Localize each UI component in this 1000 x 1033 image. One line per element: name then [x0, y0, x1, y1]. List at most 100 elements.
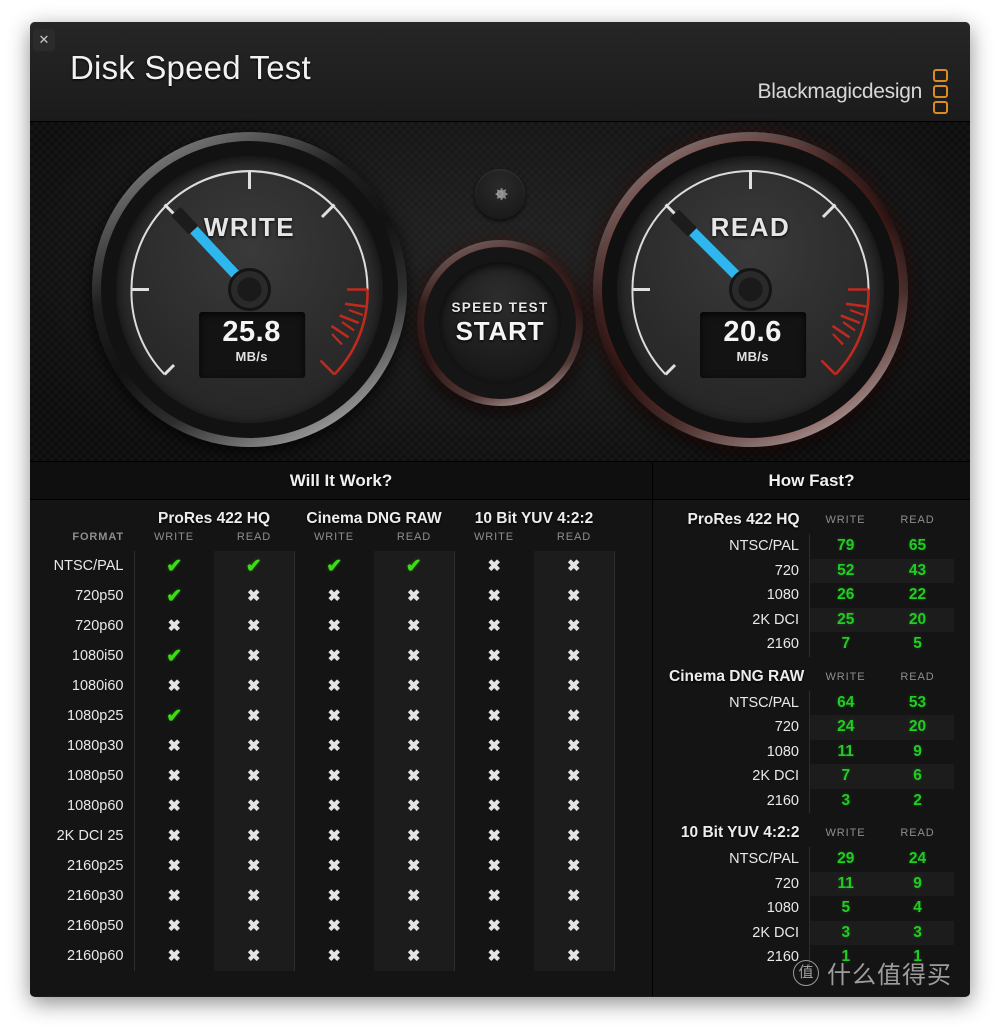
result-cell: ✖: [374, 611, 455, 641]
table-row: 1080i60 ✖ ✖ ✖ ✖ ✖ ✖: [30, 671, 652, 701]
table-row: 1080p25 ✔ ✖ ✖ ✖ ✖ ✖: [30, 701, 652, 731]
result-cell: ✖: [534, 731, 615, 761]
result-cell: ✖: [214, 821, 295, 851]
result-cell: ✖: [454, 701, 534, 731]
cross-icon: ✖: [327, 888, 341, 905]
result-cell: ✖: [374, 851, 455, 881]
result-cell: ✖: [454, 671, 534, 701]
cross-icon: ✖: [247, 858, 261, 875]
read-fps-value: 9: [913, 742, 922, 760]
table-row: 2160p30 ✖ ✖ ✖ ✖ ✖ ✖: [30, 881, 652, 911]
result-cell: ✖: [294, 611, 374, 641]
group-header-row: ProRes 422 HQ Cinema DNG RAW 10 Bit YUV …: [30, 500, 652, 529]
result-cell: ✖: [374, 761, 455, 791]
cross-icon: ✖: [247, 588, 261, 605]
close-icon[interactable]: ✕: [33, 29, 55, 51]
read-readout: 20.6 MB/s: [699, 312, 806, 378]
write-fps-value: 11: [837, 742, 854, 760]
resolution-label: NTSC/PAL: [669, 847, 810, 872]
cross-icon: ✖: [407, 918, 421, 935]
cross-icon: ✖: [327, 738, 341, 755]
read-fps-value: 22: [908, 586, 927, 604]
gauge-face: WRITE 25.8 MB/s: [116, 156, 383, 423]
cross-icon: ✖: [407, 708, 421, 725]
result-cell: ✖: [534, 881, 615, 911]
cross-icon: ✖: [247, 708, 261, 725]
result-cell: ✖: [214, 611, 295, 641]
how-fast-panel: How Fast? ProRes 422 HQ WRITE READ NTSC/PAL…: [652, 462, 970, 996]
write-fps-value: 52: [810, 559, 882, 584]
result-cell: ✖: [454, 611, 534, 641]
brand-name: Blackmagicdesign: [757, 79, 923, 103]
cross-icon: ✖: [407, 678, 421, 695]
result-cell: ✖: [294, 851, 374, 881]
format-label: 2160p60: [30, 941, 135, 971]
cross-icon: ✖: [327, 798, 341, 815]
result-cell: ✖: [294, 821, 374, 851]
cross-icon: ✖: [247, 678, 261, 695]
cross-icon: ✖: [167, 888, 181, 905]
result-cell: ✔: [134, 581, 214, 611]
result-cell: ✖: [294, 731, 374, 761]
result-cell: ✖: [454, 641, 534, 671]
result-cell: ✖: [214, 941, 295, 971]
how-fast-header-row: Cinema DNG RAW WRITE READ: [669, 657, 954, 691]
gauge-face: READ 20.6 MB/s: [617, 156, 884, 423]
group-yuv: 10 Bit YUV 4:2:2: [474, 510, 594, 527]
cross-icon: ✖: [567, 708, 581, 725]
will-it-work-title: Will It Work?: [30, 462, 652, 500]
result-cell: ✖: [294, 701, 374, 731]
format-label: 720p60: [30, 611, 135, 641]
cross-icon: ✖: [327, 768, 341, 785]
will-it-work-table: ProRes 422 HQ Cinema DNG RAW 10 Bit YUV …: [30, 500, 652, 971]
write-unit: MB/s: [235, 349, 268, 364]
how-fast-block: 10 Bit YUV 4:2:2 WRITE READ NTSC/PAL 29 24 720…: [669, 813, 954, 970]
result-cell: ✖: [374, 881, 455, 911]
table-row: 2160p25 ✖ ✖ ✖ ✖ ✖ ✖: [30, 851, 652, 881]
write-fps-value: 3: [810, 921, 882, 946]
write-fps-value: 7: [810, 764, 882, 789]
cross-icon: ✖: [567, 588, 581, 605]
result-cell: ✖: [294, 881, 374, 911]
table-row: 2K DCI 25 ✖ ✖ ✖ ✖ ✖ ✖: [30, 821, 652, 851]
table-row: NTSC/PAL 64 53: [669, 690, 954, 715]
start-button-inner: SPEED TEST START: [439, 262, 561, 384]
cross-icon: ✖: [567, 858, 581, 875]
cross-icon: ✖: [167, 738, 181, 755]
format-label: 2160p30: [30, 881, 135, 911]
write-readout: 25.8 MB/s: [198, 312, 305, 378]
cross-icon: ✖: [487, 648, 501, 665]
cross-icon: ✖: [487, 798, 501, 815]
cross-icon: ✖: [327, 648, 341, 665]
result-cell: ✖: [214, 911, 295, 941]
table-row: 2160 7 5: [669, 632, 954, 657]
table-row: 1080 5 4: [669, 896, 954, 921]
settings-button[interactable]: [475, 169, 525, 219]
col-header-2: WRITE: [314, 531, 354, 543]
cross-icon: ✖: [487, 558, 501, 575]
speed-test-start-button[interactable]: SPEED TEST START: [417, 240, 583, 406]
format-label: 2K DCI 25: [30, 821, 135, 851]
cross-icon: ✖: [247, 738, 261, 755]
cross-icon: ✖: [567, 798, 581, 815]
result-cell: ✖: [214, 581, 295, 611]
cross-icon: ✖: [567, 678, 581, 695]
read-gauge-needle: [670, 210, 772, 311]
resolution-label: 1080: [669, 739, 810, 764]
read-fps-value: 53: [908, 693, 927, 711]
cross-icon: ✖: [407, 948, 421, 965]
read-column-header: READ: [900, 514, 935, 526]
read-fps-value: 20: [882, 608, 954, 633]
read-fps-value: 6: [882, 764, 954, 789]
cross-icon: ✖: [487, 858, 501, 875]
cross-icon: ✖: [407, 768, 421, 785]
write-fps-value: 29: [837, 850, 855, 868]
cross-icon: ✖: [167, 828, 181, 845]
cross-icon: ✖: [567, 948, 581, 965]
result-cell: ✖: [534, 911, 615, 941]
table-row: 2160 3 2: [669, 788, 954, 813]
cross-icon: ✖: [327, 828, 341, 845]
table-row: 1080p60 ✖ ✖ ✖ ✖ ✖ ✖: [30, 791, 652, 821]
result-cell: ✖: [454, 731, 534, 761]
result-cell: ✔: [294, 551, 374, 581]
